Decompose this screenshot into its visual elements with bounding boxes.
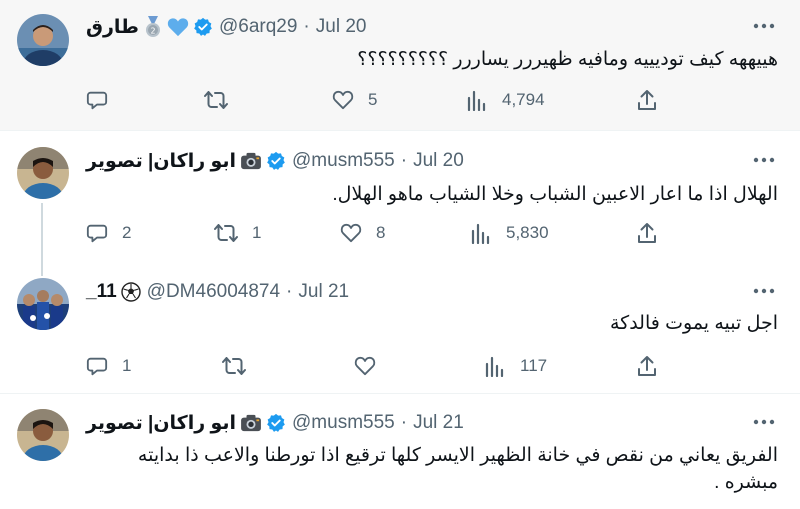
tweet-text-line: الفريق يعاني من نقص في خانة الظهير الايس… — [137, 445, 778, 466]
reply-count: 1 — [122, 356, 132, 375]
tweet-text: الفريق يعاني من نقص في خانة الظهير الايس… — [86, 442, 778, 496]
blue-heart-icon — [167, 17, 189, 37]
retweet-button[interactable] — [222, 353, 260, 379]
timestamp[interactable]: Jul 21 — [413, 412, 464, 434]
reply-count: 2 — [122, 223, 132, 242]
share-button[interactable] — [636, 87, 658, 113]
reply-button[interactable] — [86, 87, 122, 113]
views-icon — [485, 356, 504, 377]
avatar[interactable] — [17, 14, 69, 66]
views-button[interactable]: 117 — [484, 353, 547, 379]
retweet-count: 1 — [252, 223, 262, 242]
tweet-text: الهلال اذا ما اعار الاعبين الشباب وخلا ا… — [332, 184, 778, 205]
tweet-header: طارق 2 @6arq29 · Jul 20 — [86, 12, 366, 42]
action-bar: 1 117 — [86, 353, 666, 379]
verified-badge-icon — [193, 17, 213, 37]
share-icon — [638, 356, 656, 376]
avatar[interactable] — [17, 278, 69, 330]
like-count: 8 — [376, 223, 386, 242]
heart-icon — [354, 356, 376, 376]
views-icon — [471, 223, 490, 244]
view-count: 4,794 — [502, 90, 545, 109]
views-button[interactable]: 4,794 — [466, 87, 545, 113]
separator-dot: · — [400, 150, 408, 171]
retweet-icon — [222, 357, 246, 375]
handle[interactable]: @DM46004874 — [147, 281, 280, 303]
soccer-ball-icon — [120, 282, 141, 302]
views-button[interactable]: 5,830 — [470, 220, 549, 246]
verified-badge-icon — [266, 151, 286, 171]
share-button[interactable] — [636, 353, 658, 379]
like-button[interactable] — [354, 353, 390, 379]
camera-icon — [240, 414, 262, 432]
separator-dot: · — [286, 281, 293, 302]
view-count: 5,830 — [506, 223, 549, 242]
tweet-text-line: مبشره . — [714, 472, 778, 493]
action-bar: 2 1 8 5,830 — [86, 220, 666, 246]
retweet-icon — [214, 224, 238, 242]
display-name[interactable]: ابو راكان| تصوير — [86, 150, 236, 173]
tweet-header: ابو راكان| تصوير @musm555 · Jul 21 — [86, 408, 464, 438]
retweet-button[interactable] — [204, 87, 242, 113]
tweet-header: ابو راكان| تصوير @musm555 · Jul 20 — [86, 146, 464, 176]
more-options-icon[interactable] — [750, 412, 778, 432]
like-count: 5 — [368, 90, 378, 109]
more-options-icon[interactable] — [750, 150, 778, 170]
avatar[interactable] — [17, 147, 69, 199]
separator-dot: · — [303, 16, 310, 37]
share-icon — [638, 90, 656, 110]
timestamp[interactable]: Jul 21 — [298, 281, 349, 303]
retweet-icon — [204, 91, 228, 109]
separator-dot: · — [400, 412, 408, 433]
camera-icon — [240, 152, 262, 170]
heart-icon — [332, 90, 354, 110]
share-button[interactable] — [636, 220, 658, 246]
thread-line — [41, 203, 43, 262]
reply-button[interactable]: 2 — [86, 220, 131, 246]
tweet-3[interactable]: 11_ @DM46004874 · Jul 21 اجل تبيه يموت ف… — [0, 262, 800, 394]
avatar[interactable] — [17, 409, 69, 461]
timestamp[interactable]: Jul 20 — [413, 150, 464, 172]
display-name[interactable]: طارق — [86, 16, 139, 39]
handle[interactable]: @6arq29 — [219, 16, 297, 38]
share-icon — [638, 223, 656, 243]
svg-text:2: 2 — [150, 27, 155, 36]
tweet-1[interactable]: طارق 2 @6arq29 · Jul 20 هييههه كيف توديي… — [0, 0, 800, 131]
more-options-icon[interactable] — [750, 281, 778, 301]
heart-icon — [340, 223, 362, 243]
views-icon — [467, 90, 486, 111]
like-button[interactable]: 5 — [332, 87, 377, 113]
retweet-button[interactable]: 1 — [214, 220, 261, 246]
reply-icon — [86, 91, 108, 110]
view-count: 117 — [520, 356, 548, 375]
reply-icon — [86, 357, 108, 376]
tweet-2[interactable]: ابو راكان| تصوير @musm555 · Jul 20 الهلا… — [0, 131, 800, 262]
display-name[interactable]: ابو راكان| تصوير — [86, 412, 236, 435]
handle[interactable]: @musm555 — [292, 150, 395, 172]
tweet-text: اجل تبيه يموت فالدكة — [609, 313, 778, 334]
action-bar: 5 4,794 — [86, 87, 666, 113]
more-options-icon[interactable] — [750, 16, 778, 36]
thread-line — [41, 262, 43, 276]
handle[interactable]: @musm555 — [292, 412, 395, 434]
verified-badge-icon — [266, 413, 286, 433]
like-button[interactable]: 8 — [340, 220, 385, 246]
tweet-text: هييههه كيف توديييه ومافيه ظهيررر يساررر … — [357, 49, 778, 70]
reply-icon — [86, 224, 108, 243]
tweet-header: 11_ @DM46004874 · Jul 21 — [86, 277, 349, 307]
display-name[interactable]: 11_ — [86, 281, 117, 303]
tweet-4[interactable]: ابو راكان| تصوير @musm555 · Jul 21 الفري… — [0, 394, 800, 509]
reply-button[interactable]: 1 — [86, 353, 131, 379]
timestamp[interactable]: Jul 20 — [316, 16, 367, 38]
medal-2-icon: 2 — [143, 16, 163, 38]
